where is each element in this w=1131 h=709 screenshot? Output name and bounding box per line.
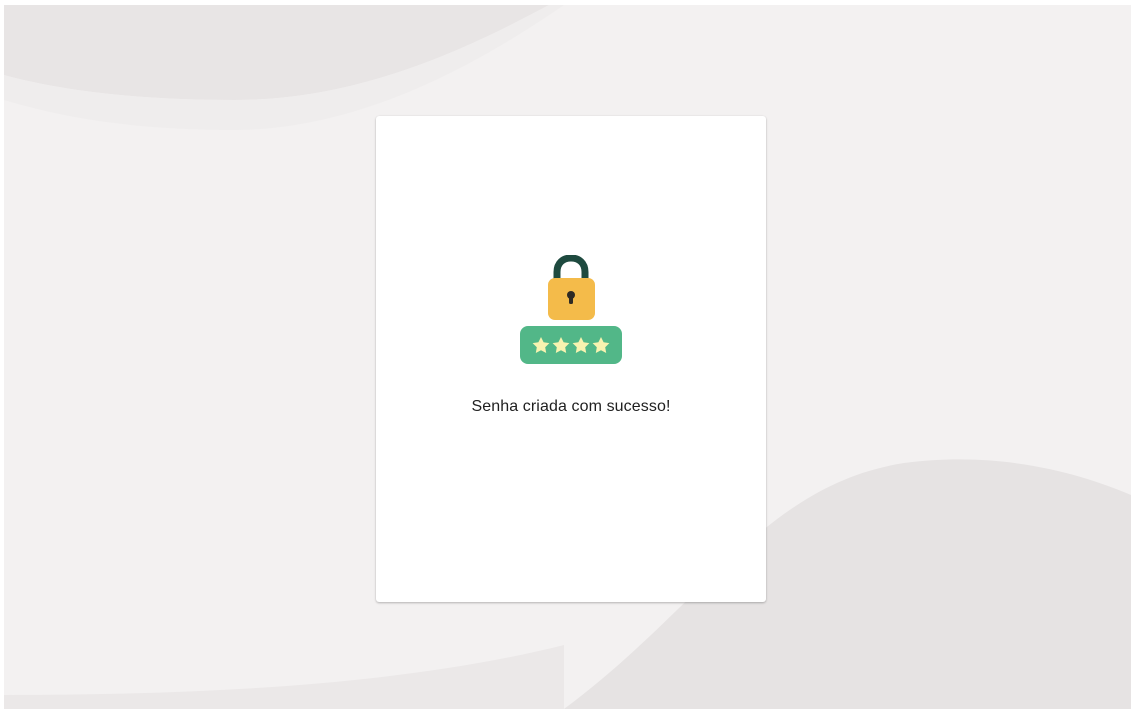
- padlock-password-icon: [520, 255, 622, 364]
- bottom-left-wave: [4, 645, 564, 709]
- success-message: Senha criada com sucesso!: [471, 398, 671, 415]
- screen-background: Senha criada com sucesso!: [4, 5, 1131, 709]
- lock-shackle: [553, 255, 589, 281]
- keyhole-stem: [569, 295, 573, 304]
- success-card: Senha criada com sucesso!: [376, 116, 766, 602]
